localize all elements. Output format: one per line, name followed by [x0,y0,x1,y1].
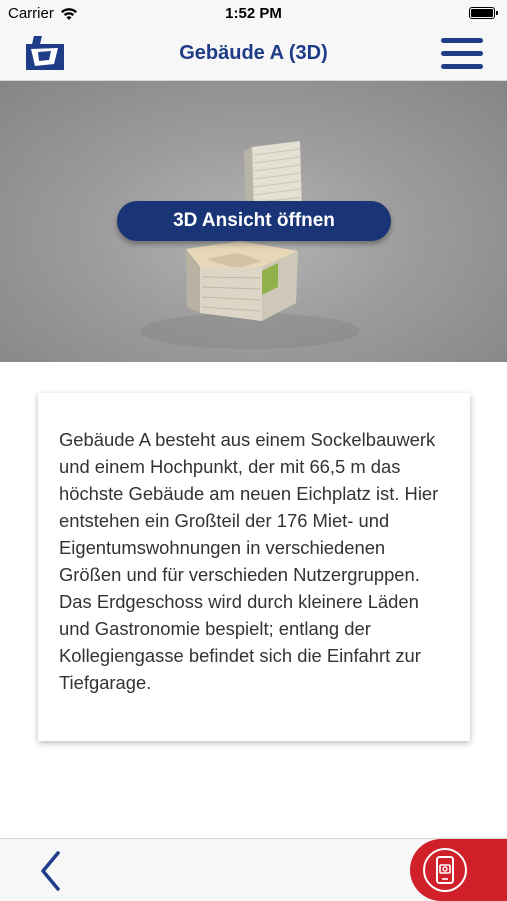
hamburger-menu-icon[interactable] [441,38,483,70]
description-card: Gebäude A besteht aus einem Sockelbauwer… [38,393,470,741]
battery-icon [469,7,498,19]
building-3d-preview[interactable]: 3D Ansicht öffnen [0,81,507,362]
status-bar: Carrier 1:52 PM [0,0,507,28]
ar-camera-icon [423,848,467,892]
status-time: 1:52 PM [225,5,282,22]
chevron-left-icon[interactable] [38,849,64,893]
nav-bar: Gebäude A (3D) [0,28,507,81]
bottom-bar [0,838,507,901]
open-3d-view-button[interactable]: 3D Ansicht öffnen [117,201,391,241]
description-text: Gebäude A besteht aus einem Sockelbauwer… [59,429,439,693]
page-title: Gebäude A (3D) [179,42,328,64]
ar-camera-button[interactable] [410,839,507,901]
